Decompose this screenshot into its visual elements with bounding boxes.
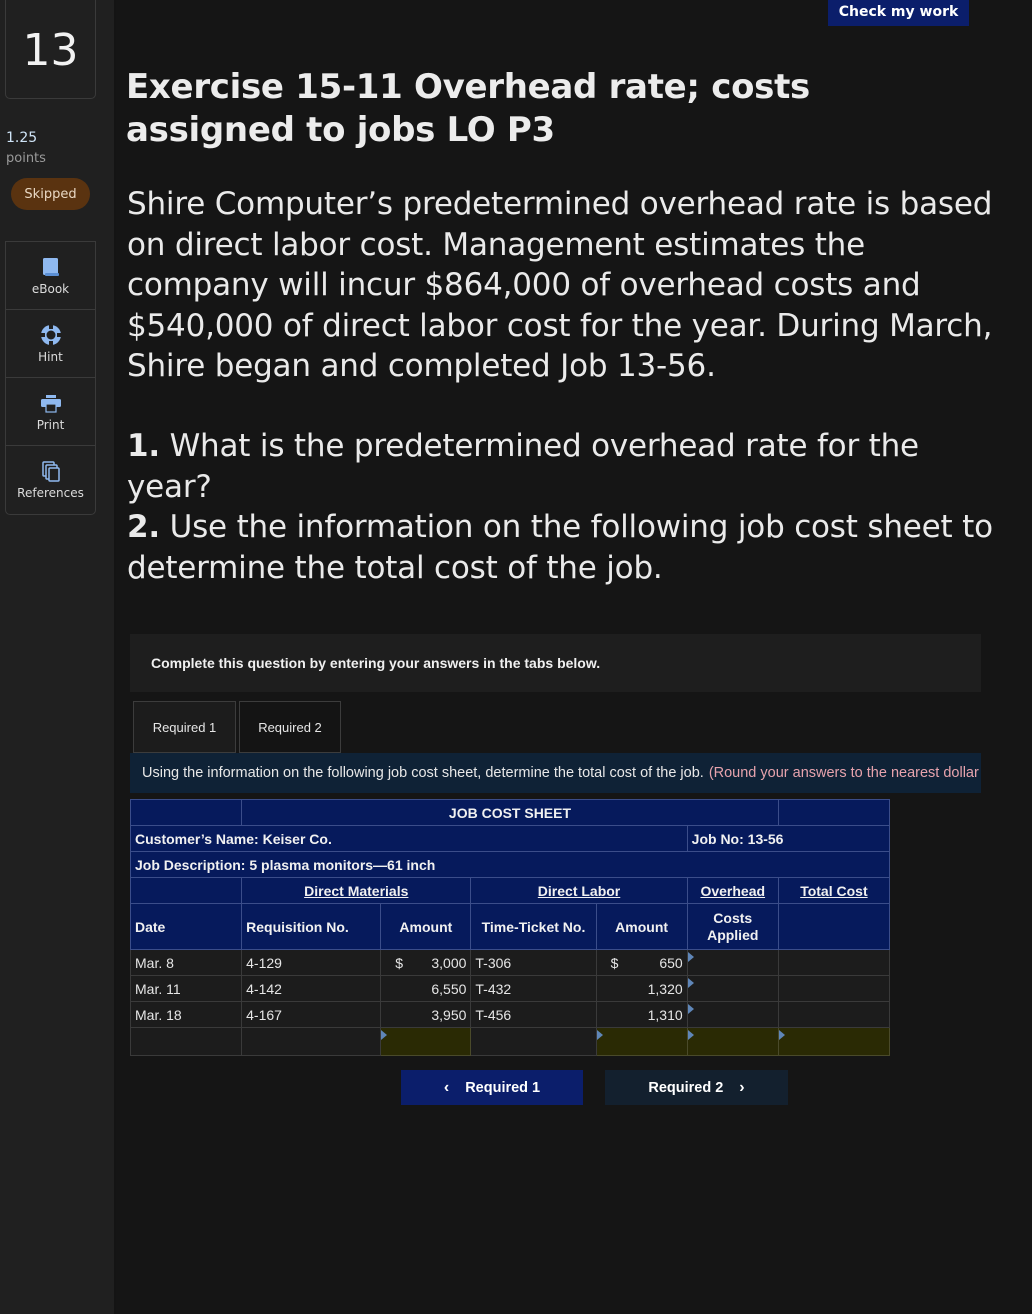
row-date: Mar. 8 <box>129 949 243 976</box>
grand-total-input[interactable] <box>777 1027 891 1056</box>
sheet-title: JOB COST SHEET <box>241 799 779 826</box>
points-label: points <box>6 151 46 166</box>
tab-required-1[interactable]: Required 1 <box>133 701 236 753</box>
table-row: Mar. 18 4-167 3,950 T-456 1,310 <box>129 1001 891 1028</box>
tab-required-2[interactable]: Required 2 <box>239 701 341 753</box>
rounding-note: (Round your answers to the nearest dolla… <box>708 765 981 781</box>
instructions-box: Complete this question by entering your … <box>130 634 981 692</box>
banner-text: Using the information on the following j… <box>142 765 704 781</box>
exercise-title: Exercise 15-11 Overhead rate; costs assi… <box>126 67 810 150</box>
question-2: 2. Use the information on the following … <box>127 507 997 588</box>
group-total-cost: Total Cost <box>800 882 868 899</box>
table-row: Mar. 8 4-129 $3,000 T-306 $650 <box>129 949 891 976</box>
row-dl-amount: 1,320 <box>647 980 683 997</box>
dl-total-input[interactable] <box>595 1027 688 1056</box>
row-time-ticket: T-306 <box>470 949 597 976</box>
overhead-input[interactable] <box>686 1001 779 1028</box>
job-description: Job Description: 5 plasma monitors—61 in… <box>130 851 890 878</box>
problem-statement: Shire Computer’s predetermined overhead … <box>127 186 993 384</box>
next-required-2-button[interactable]: Required 2 › <box>605 1070 788 1105</box>
input-marker-icon <box>688 1004 694 1014</box>
row-date: Mar. 18 <box>129 1001 243 1028</box>
group-direct-labor: Direct Labor <box>537 882 621 899</box>
header-spacer <box>777 799 891 826</box>
question-list: 1. What is the predetermined overhead ra… <box>127 426 997 588</box>
hint-button[interactable]: Hint <box>6 310 95 378</box>
references-label: References <box>17 486 84 500</box>
row-dm-amount: 6,550 <box>431 980 467 997</box>
col-date: Date <box>129 903 243 950</box>
currency-symbol: $ <box>610 954 619 971</box>
ebook-label: eBook <box>31 281 70 296</box>
next-label: Required 2 <box>648 1079 724 1096</box>
input-marker-icon <box>597 1030 603 1040</box>
col-dm-amount: Amount <box>380 903 472 950</box>
total-cost-input[interactable] <box>777 975 891 1002</box>
printer-icon <box>40 392 62 414</box>
row-dm-amount: 3,950 <box>431 1006 467 1023</box>
col-overhead-applied: Costs Applied <box>686 903 779 950</box>
col-time-ticket: Time-Ticket No. <box>470 903 597 950</box>
lifebuoy-icon <box>40 324 62 346</box>
group-direct-materials: Direct Materials <box>304 882 409 899</box>
input-marker-icon <box>779 1030 785 1040</box>
col-dl-amount: Amount <box>595 903 688 950</box>
group-overhead: Overhead <box>700 882 766 899</box>
header-spacer <box>129 877 243 904</box>
overhead-input[interactable] <box>686 949 779 976</box>
hint-label: Hint <box>38 349 63 364</box>
row-dl-amount: 1,310 <box>647 1006 683 1023</box>
currency-symbol: $ <box>395 954 404 971</box>
book-icon <box>40 256 62 278</box>
col-total <box>777 903 891 950</box>
ebook-button[interactable]: eBook <box>6 242 95 310</box>
row-time-ticket: T-432 <box>470 975 597 1002</box>
print-label: Print <box>36 417 65 432</box>
question-1-text: What is the predetermined overhead rate … <box>127 428 919 505</box>
copy-documents-icon <box>40 460 62 482</box>
col-requisition: Requisition No. <box>241 903 382 950</box>
question-number: 13 <box>5 0 96 99</box>
print-button[interactable]: Print <box>6 378 95 446</box>
totals-row <box>129 1027 891 1056</box>
prev-required-1-button[interactable]: ‹ Required 1 <box>401 1070 583 1105</box>
row-requisition: 4-167 <box>241 1001 382 1028</box>
input-marker-icon <box>688 978 694 988</box>
points-value: 1.25 <box>6 130 38 146</box>
overhead-total-input[interactable] <box>686 1027 779 1056</box>
dm-total-input[interactable] <box>380 1027 472 1056</box>
total-cost-input[interactable] <box>777 949 891 976</box>
check-my-work-button[interactable]: Check my work <box>828 0 969 26</box>
overhead-input[interactable] <box>686 975 779 1002</box>
job-number: Job No: 13-56 <box>686 825 891 852</box>
references-button[interactable]: References <box>6 446 95 514</box>
total-cost-input[interactable] <box>777 1001 891 1028</box>
job-cost-sheet-table: JOB COST SHEET Customer’s Name: Keiser C… <box>129 799 891 1056</box>
status-badge: Skipped <box>11 178 90 210</box>
input-marker-icon <box>688 1030 694 1040</box>
table-row: Mar. 11 4-142 6,550 T-432 1,320 <box>129 975 891 1002</box>
tab-instruction-banner: Using the information on the following j… <box>130 753 981 793</box>
chevron-right-icon: › <box>739 1078 745 1096</box>
question-sidebar: 13 1.25 points Skipped eBook Hint Print <box>0 0 116 1314</box>
prev-label: Required 1 <box>465 1079 541 1096</box>
row-requisition: 4-129 <box>241 949 382 976</box>
row-requisition: 4-142 <box>241 975 382 1002</box>
header-spacer <box>129 799 243 826</box>
customer-name: Customer’s Name: Keiser Co. <box>130 825 688 852</box>
question-1-number: 1. <box>127 428 160 464</box>
row-date: Mar. 11 <box>129 975 243 1002</box>
tool-list: eBook Hint Print References <box>5 241 96 515</box>
input-marker-icon <box>688 952 694 962</box>
input-marker-icon <box>381 1030 388 1040</box>
instructions-text: Complete this question by entering your … <box>151 655 601 671</box>
chevron-left-icon: ‹ <box>443 1078 450 1096</box>
question-2-text: Use the information on the following job… <box>127 509 993 586</box>
row-time-ticket: T-456 <box>470 1001 597 1028</box>
question-2-number: 2. <box>127 509 160 545</box>
question-1: 1. What is the predetermined overhead ra… <box>127 426 997 507</box>
